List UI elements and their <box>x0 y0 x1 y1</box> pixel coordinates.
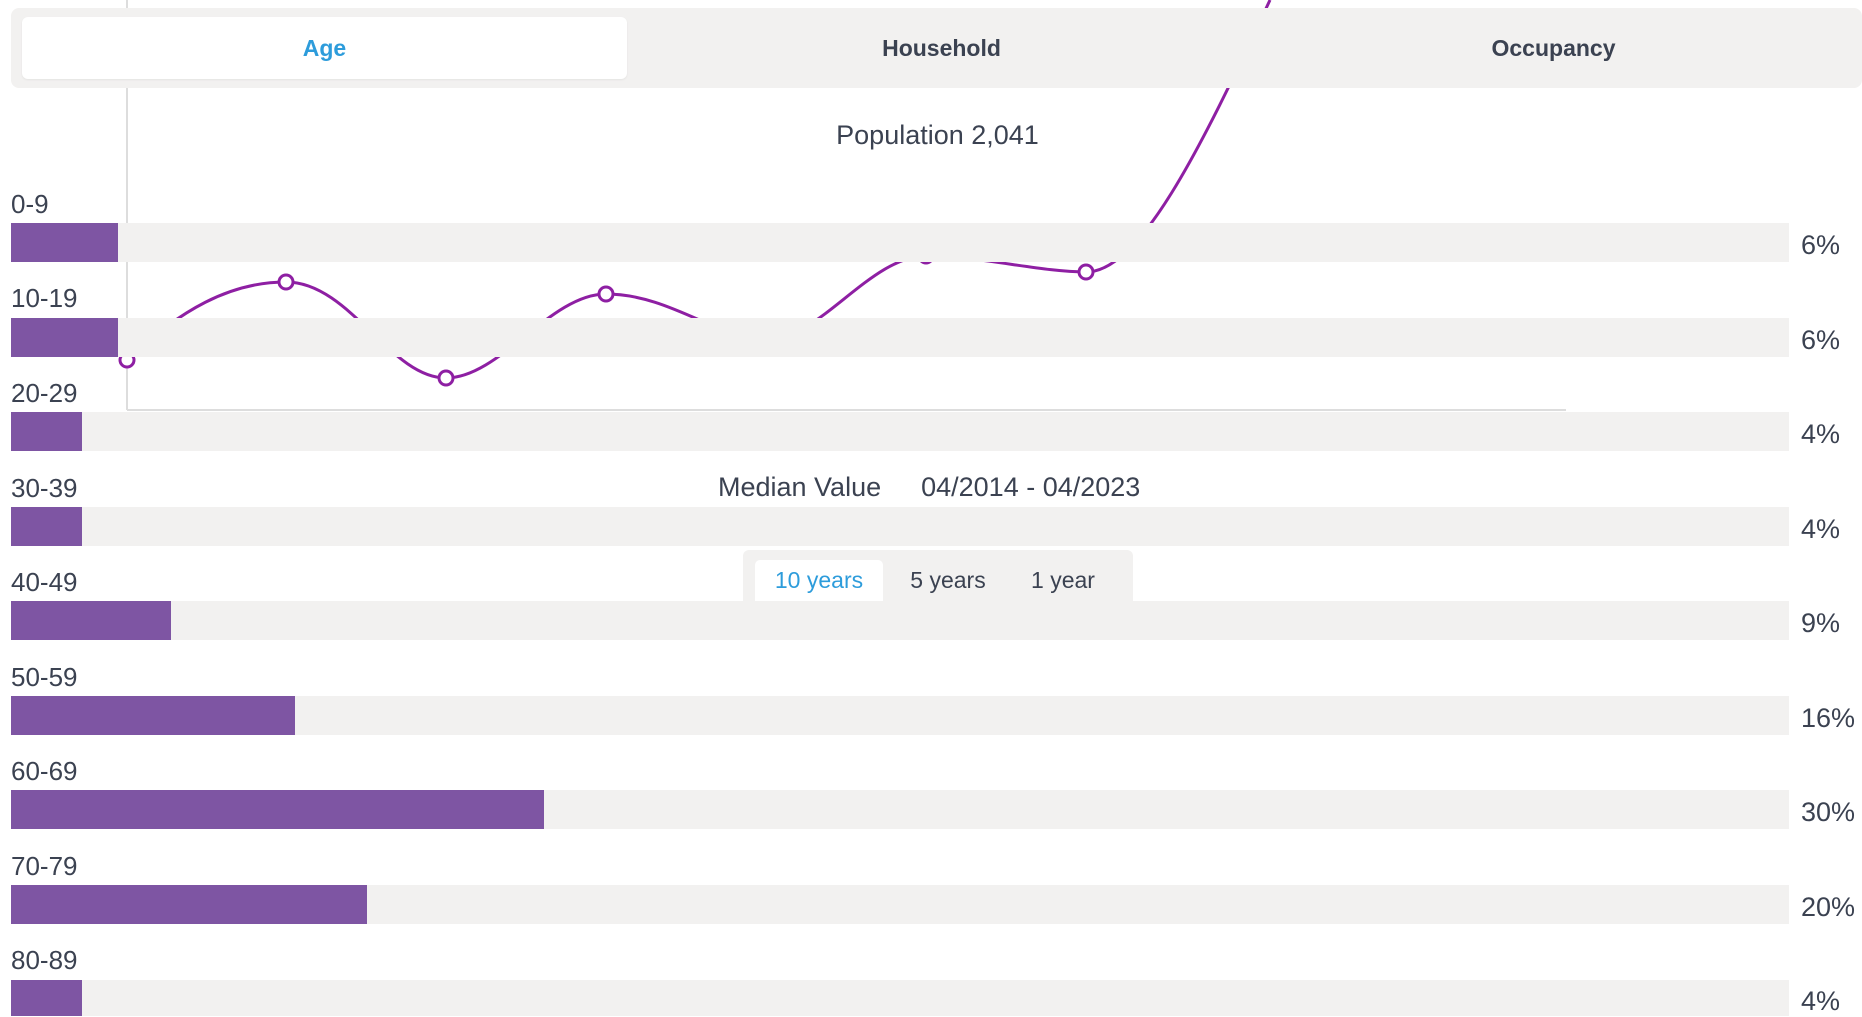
age-bar-track-20-29 <box>11 412 1789 451</box>
age-label-80-89: 80-89 <box>11 945 78 975</box>
tab-occupancy[interactable]: Occupancy <box>1251 17 1856 79</box>
chart-point[interactable] <box>437 369 455 387</box>
age-bar-track-30-39 <box>11 507 1789 546</box>
tab-age[interactable]: Age <box>22 17 627 79</box>
age-bar-fill-40-49 <box>11 601 172 640</box>
age-bar-fill-20-29 <box>11 412 83 451</box>
age-percent-0-9: 6% <box>1801 230 1841 260</box>
age-percent-40-49: 9% <box>1801 608 1841 638</box>
median-value-label: Median Value <box>718 472 882 502</box>
age-bar-fill-80-89 <box>11 980 83 1016</box>
period-1-year[interactable]: 1 year <box>1013 560 1113 601</box>
age-label-30-39: 30-39 <box>11 473 78 503</box>
age-label-0-9: 0-9 <box>11 189 49 219</box>
age-bar-fill-0-9 <box>11 223 118 262</box>
age-percent-50-59: 16% <box>1801 703 1856 733</box>
age-bar-track-60-69 <box>11 790 1789 829</box>
age-label-40-49: 40-49 <box>11 567 78 597</box>
period-5-years[interactable]: 5 years <box>898 560 998 601</box>
age-bar-track-70-79 <box>11 885 1789 924</box>
age-bar-track-0-9 <box>11 223 1789 262</box>
age-percent-20-29: 4% <box>1801 419 1841 449</box>
median-date-range: 04/2014 - 04/2023 <box>921 472 1141 502</box>
age-bar-track-80-89 <box>11 980 1789 1016</box>
age-label-70-79: 70-79 <box>11 851 78 881</box>
age-percent-60-69: 30% <box>1801 797 1856 827</box>
age-label-50-59: 50-59 <box>11 662 78 692</box>
age-percent-10-19: 6% <box>1801 325 1841 355</box>
median-value-header: Median Value 04/2014 - 04/2023 <box>718 472 1140 503</box>
age-label-20-29: 20-29 <box>11 378 78 408</box>
age-bar-fill-70-79 <box>11 885 367 924</box>
age-bar-fill-60-69 <box>11 790 545 829</box>
chart-point[interactable] <box>277 273 295 291</box>
population-title: Population 2,041 <box>836 120 1039 150</box>
age-bar-fill-10-19 <box>11 318 118 357</box>
age-label-10-19: 10-19 <box>11 283 78 313</box>
age-percent-80-89: 4% <box>1801 986 1841 1016</box>
age-percent-70-79: 20% <box>1801 892 1856 922</box>
age-percent-30-39: 4% <box>1801 514 1841 544</box>
demographics-tab-bar: Age Household Occupancy <box>11 8 1862 88</box>
age-bar-fill-30-39 <box>11 507 83 546</box>
age-bar-track-10-19 <box>11 318 1789 357</box>
age-bar-track-40-49 <box>11 601 1789 640</box>
tab-household[interactable]: Household <box>639 17 1244 79</box>
period-10-years[interactable]: 10 years <box>755 560 883 601</box>
age-bar-fill-50-59 <box>11 696 296 735</box>
period-selector: 10 years 5 years 1 year <box>743 550 1133 601</box>
age-label-60-69: 60-69 <box>11 756 78 786</box>
chart-point[interactable] <box>597 285 615 303</box>
chart-point[interactable] <box>1077 263 1095 281</box>
age-bar-track-50-59 <box>11 696 1789 735</box>
